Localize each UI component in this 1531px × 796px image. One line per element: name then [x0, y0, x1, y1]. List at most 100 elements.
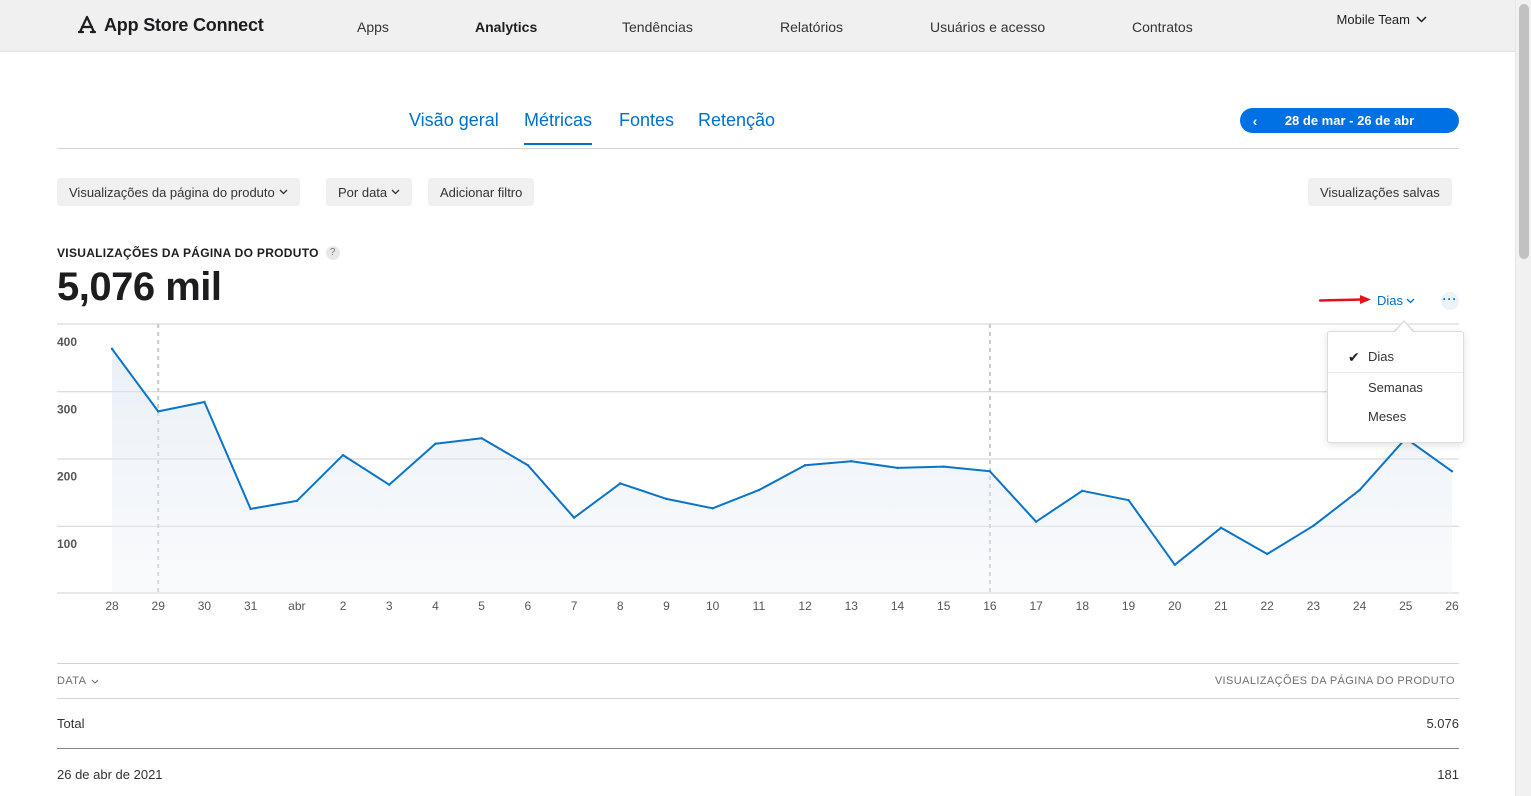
table-row-total-value: 5.076	[1426, 716, 1459, 731]
series-line	[111, 348, 1453, 566]
saved-views-button[interactable]: Visualizações salvas	[1308, 178, 1452, 206]
nav-item-relatorios[interactable]: Relatórios	[780, 19, 843, 35]
metric-selector[interactable]: Visualizações da página do produto	[57, 178, 300, 206]
saved-views-label: Visualizações salvas	[1320, 184, 1440, 200]
metric-value: 5,076 mil	[57, 265, 222, 309]
x-tick-label: 3	[386, 599, 393, 613]
data-point	[1173, 563, 1176, 566]
tab-visao-geral[interactable]: Visão geral	[409, 110, 499, 143]
data-point	[665, 497, 668, 501]
y-tick-label: 300	[57, 402, 77, 416]
x-tick-label: abr	[288, 599, 305, 613]
x-tick-label: 17	[1029, 599, 1043, 613]
top-navigation-bar: App Store Connect Apps Analytics Tendênc…	[0, 0, 1515, 52]
data-point	[988, 470, 992, 473]
more-options-icon[interactable]: ···	[1441, 292, 1459, 310]
menu-item-label: Semanas	[1368, 380, 1423, 395]
data-point	[942, 465, 945, 468]
metric-title-label: VISUALIZAÇÕES DA PÁGINA DO PRODUTO	[57, 246, 319, 260]
column-header-value[interactable]: VISUALIZAÇÕES DA PÁGINA DO PRODUTO	[1215, 675, 1455, 687]
data-point	[295, 499, 299, 503]
group-by-label: Por data	[338, 184, 388, 200]
nav-item-tendencias[interactable]: Tendências	[622, 19, 693, 35]
x-tick-label: 29	[152, 599, 166, 613]
x-tick-label: 12	[798, 599, 812, 613]
x-tick-label: 2	[340, 599, 347, 613]
x-tick-label: 18	[1076, 599, 1090, 613]
x-tick-label: 20	[1168, 599, 1182, 613]
data-point	[434, 442, 437, 445]
dropdown-caret-fill	[1394, 322, 1414, 333]
menu-item-semanas[interactable]: Semanas	[1328, 372, 1463, 402]
x-tick-label: 26	[1445, 599, 1459, 613]
data-point	[757, 488, 761, 492]
interval-selector[interactable]: Dias	[1377, 293, 1415, 308]
nav-item-contratos[interactable]: Contratos	[1132, 19, 1193, 35]
x-tick-label: 23	[1307, 599, 1321, 613]
section-tabs: Visão geral Métricas Fontes Retenção ‹ 2…	[57, 100, 1459, 149]
x-tick-label: 25	[1399, 599, 1413, 613]
x-tick-label: 5	[478, 599, 485, 613]
data-point	[896, 466, 899, 470]
x-tick-label: 14	[891, 599, 905, 613]
brand[interactable]: App Store Connect	[76, 14, 264, 36]
chevron-left-icon[interactable]: ‹	[1240, 113, 1270, 129]
chevron-down-icon	[1416, 16, 1427, 23]
line-chart: 10020030040028 29 30 31 abr 2 3 4 5 6 7 8 9 10 11 12 13 1…	[57, 323, 1459, 613]
app-store-logo-icon	[77, 15, 97, 34]
x-tick-label: 24	[1353, 599, 1367, 613]
team-switcher[interactable]: Mobile Team	[1337, 12, 1427, 27]
add-filter-button[interactable]: Adicionar filtro	[428, 178, 535, 206]
data-point	[1358, 488, 1361, 492]
page-scrollbar[interactable]	[1515, 0, 1531, 796]
menu-item-label: Dias	[1368, 349, 1395, 364]
date-range-picker[interactable]: ‹ 28 de mar - 26 de abr	[1240, 108, 1459, 133]
nav-item-analytics[interactable]: Analytics	[475, 19, 537, 35]
x-tick-label: 30	[198, 599, 212, 613]
data-point	[341, 453, 345, 457]
table-row-value: 181	[1437, 767, 1459, 782]
data-point	[157, 410, 160, 413]
nav-item-usuarios-e-acesso[interactable]: Usuários e acesso	[930, 19, 1045, 35]
data-point	[1265, 552, 1269, 556]
y-tick-label: 100	[57, 537, 77, 551]
nav-item-apps[interactable]: Apps	[357, 19, 389, 35]
menu-item-meses[interactable]: Meses	[1328, 402, 1463, 432]
chevron-down-icon	[391, 189, 400, 195]
x-tick-label: 31	[244, 599, 258, 613]
help-icon[interactable]: ?	[325, 246, 340, 260]
x-tick-label: 19	[1122, 599, 1136, 613]
x-tick-label: 15	[937, 599, 951, 613]
x-tick-label: 22	[1260, 599, 1274, 613]
x-tick-label: 10	[706, 599, 720, 613]
data-point	[388, 483, 391, 486]
interval-dropdown-menu: ✔ Dias Semanas Meses	[1327, 331, 1464, 443]
tab-fontes[interactable]: Fontes	[619, 110, 674, 143]
scrollbar-thumb[interactable]	[1519, 4, 1529, 259]
data-point	[1312, 524, 1315, 527]
x-tick-label: 13	[845, 599, 859, 613]
tab-metricas[interactable]: Métricas	[524, 110, 593, 145]
data-point	[1127, 498, 1130, 502]
tab-retencao[interactable]: Retenção	[698, 110, 775, 143]
data-point	[572, 516, 576, 519]
group-by-selector[interactable]: Por data	[326, 178, 413, 206]
table-total-rule	[57, 748, 1459, 749]
menu-item-dias[interactable]: ✔ Dias	[1328, 342, 1463, 372]
data-point	[526, 464, 530, 467]
data-point	[1034, 520, 1038, 523]
table-top-rule	[57, 663, 1459, 664]
metric-title: VISUALIZAÇÕES DA PÁGINA DO PRODUTO ?	[57, 246, 340, 260]
column-header-date-label: DATA	[57, 675, 87, 687]
checkmark-icon: ✔	[1348, 349, 1360, 365]
x-tick-label: 28	[105, 599, 119, 613]
date-range-label: 28 de mar - 26 de abr	[1284, 113, 1415, 128]
y-tick-label: 400	[57, 335, 77, 349]
column-header-date[interactable]: DATA	[57, 675, 99, 687]
x-tick-label: 8	[617, 599, 624, 613]
team-label: Mobile Team	[1336, 12, 1410, 27]
table-header-rule	[57, 698, 1459, 699]
data-point	[249, 507, 252, 511]
x-tick-label: 4	[432, 599, 439, 613]
data-point	[480, 437, 483, 440]
